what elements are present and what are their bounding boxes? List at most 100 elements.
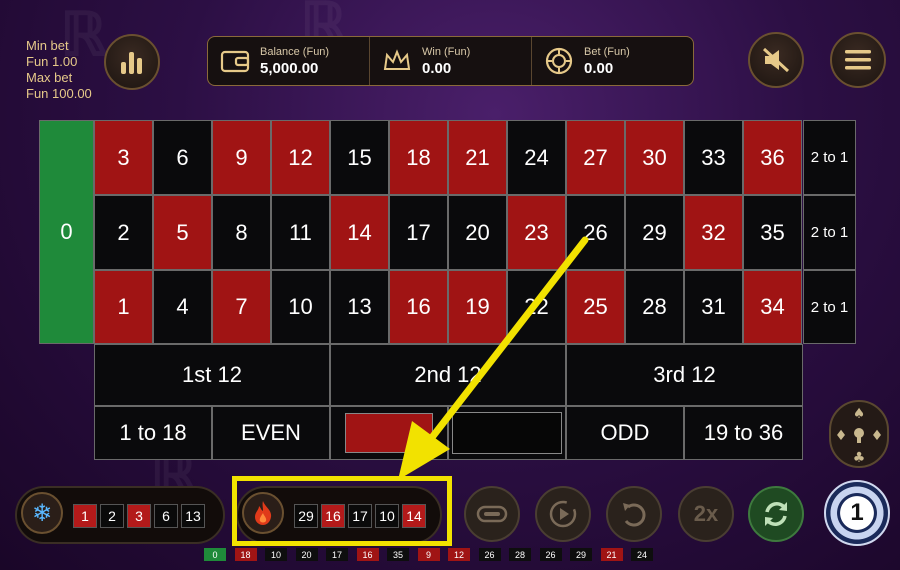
bet-spot-35[interactable]: 35 <box>743 195 802 270</box>
win-display: Win (Fun) 0.00 <box>370 37 532 85</box>
bet-red[interactable] <box>330 406 448 460</box>
bet-spot-7[interactable]: 7 <box>212 270 271 344</box>
bet-spot-10[interactable]: 10 <box>271 270 330 344</box>
recent-result: 26 <box>539 548 562 561</box>
bet-odd[interactable]: ODD <box>566 406 684 460</box>
win-label: Win (Fun) <box>422 45 471 58</box>
bet-spot-5[interactable]: 5 <box>153 195 212 270</box>
dozen-bet-3rd[interactable]: 3rd 12 <box>566 344 803 406</box>
bet-spot-33[interactable]: 33 <box>684 120 743 195</box>
stats-button[interactable] <box>104 34 160 90</box>
column-bet-middle[interactable]: 2 to 1 <box>803 195 856 270</box>
bet-black[interactable] <box>448 406 566 460</box>
snowflake-icon[interactable]: ❄ <box>21 492 63 534</box>
dozen-bet-2nd[interactable]: 2nd 12 <box>330 344 566 406</box>
bet-spot-8[interactable]: 8 <box>212 195 271 270</box>
bet-spot-2[interactable]: 2 <box>94 195 153 270</box>
stats-icon <box>121 52 142 74</box>
red-diamond <box>345 413 433 453</box>
bet-limits: Min bet Fun 1.00 Max bet Fun 100.00 <box>26 38 92 102</box>
bet-spot-4[interactable]: 4 <box>153 270 212 344</box>
bet-spot-zero[interactable]: 0 <box>39 120 94 344</box>
racetrack-button[interactable] <box>464 486 520 542</box>
bet-spot-18[interactable]: 18 <box>389 120 448 195</box>
undo-button[interactable] <box>606 486 662 542</box>
recent-result: 10 <box>265 548 287 561</box>
bet-spot-6[interactable]: 6 <box>153 120 212 195</box>
racetrack-icon <box>476 505 508 523</box>
recent-result: 21 <box>600 548 623 561</box>
bet-19-to-36[interactable]: 19 to 36 <box>684 406 803 460</box>
bet-spot-12[interactable]: 12 <box>271 120 330 195</box>
bet-spot-1[interactable]: 1 <box>94 270 153 344</box>
recent-result: 0 <box>204 548 226 561</box>
cold-numbers-panel: ❄ 1 2 3 6 13 <box>15 486 225 544</box>
repeat-button[interactable] <box>748 486 804 542</box>
mute-icon <box>762 47 790 73</box>
chip-selector-button[interactable]: 1 <box>824 480 890 546</box>
bet-spot-29[interactable]: 29 <box>625 195 684 270</box>
bet-display: Bet (Fun) 0.00 <box>532 37 693 85</box>
bet-spot-19[interactable]: 19 <box>448 270 507 344</box>
recent-result: 24 <box>631 548 653 561</box>
bet-spot-24[interactable]: 24 <box>507 120 566 195</box>
chip-icon <box>544 46 574 76</box>
double-bet-button[interactable]: 2x <box>678 486 734 542</box>
bet-spot-32[interactable]: 32 <box>684 195 743 270</box>
bet-spot-15[interactable]: 15 <box>330 120 389 195</box>
bet-spot-22[interactable]: 22 <box>507 270 566 344</box>
recent-result: 20 <box>295 548 318 561</box>
bet-spot-11[interactable]: 11 <box>271 195 330 270</box>
bet-spot-25[interactable]: 25 <box>566 270 625 344</box>
recent-result: 18 <box>234 548 257 561</box>
autoplay-icon <box>549 500 577 528</box>
undo-icon <box>623 503 646 527</box>
recent-result: 29 <box>570 548 592 561</box>
recent-result: 12 <box>448 548 470 561</box>
column-bet-bottom[interactable]: 2 to 1 <box>803 270 856 344</box>
bet-value: 0.00 <box>584 59 614 77</box>
history-number: 2 <box>100 504 124 528</box>
bet-spot-17[interactable]: 17 <box>389 195 448 270</box>
mute-button[interactable] <box>748 32 804 88</box>
recent-result: 26 <box>478 548 501 561</box>
recent-result: 28 <box>509 548 531 561</box>
bet-spot-20[interactable]: 20 <box>448 195 507 270</box>
bet-spot-27[interactable]: 27 <box>566 120 625 195</box>
min-bet-label: Min bet <box>26 38 69 53</box>
bet-spot-3[interactable]: 3 <box>94 120 153 195</box>
recent-result: 35 <box>387 548 409 561</box>
svg-text:♠: ♠ <box>853 406 866 422</box>
bet-label: Bet (Fun) <box>584 45 630 58</box>
dozen-bet-1st[interactable]: 1st 12 <box>94 344 330 406</box>
bet-spot-9[interactable]: 9 <box>212 120 271 195</box>
bet-spot-36[interactable]: 36 <box>743 120 802 195</box>
history-number: 3 <box>127 504 151 528</box>
hot-numbers-highlight <box>232 476 452 546</box>
max-bet-label: Max bet <box>26 70 73 85</box>
bet-spot-13[interactable]: 13 <box>330 270 389 344</box>
svg-text:♦: ♦ <box>871 428 884 444</box>
bet-spot-28[interactable]: 28 <box>625 270 684 344</box>
bet-spot-23[interactable]: 23 <box>507 195 566 270</box>
card-suits-button[interactable]: ♠ ♦ ♦ ♣ <box>829 400 889 468</box>
autoplay-button[interactable] <box>535 486 591 542</box>
bet-even[interactable]: EVEN <box>212 406 330 460</box>
chip-value: 1 <box>850 499 864 526</box>
recent-result: 9 <box>417 548 440 561</box>
bet-spot-21[interactable]: 21 <box>448 120 507 195</box>
column-bet-top[interactable]: 2 to 1 <box>803 120 856 195</box>
bet-spot-26[interactable]: 26 <box>566 195 625 270</box>
bet-spot-14[interactable]: 14 <box>330 195 389 270</box>
bet-spot-31[interactable]: 31 <box>684 270 743 344</box>
info-panel: Balance (Fun) 5,000.00 Win (Fun) 0.00 Be… <box>207 36 694 86</box>
history-number: 13 <box>181 504 205 528</box>
menu-button[interactable] <box>830 32 886 88</box>
bet-spot-34[interactable]: 34 <box>743 270 802 344</box>
history-number: 6 <box>154 504 178 528</box>
bet-spot-16[interactable]: 16 <box>389 270 448 344</box>
card-suits-icon: ♠ ♦ ♦ ♣ <box>835 406 884 466</box>
bet-1-to-18[interactable]: 1 to 18 <box>94 406 212 460</box>
crown-icon <box>382 46 412 76</box>
bet-spot-30[interactable]: 30 <box>625 120 684 195</box>
